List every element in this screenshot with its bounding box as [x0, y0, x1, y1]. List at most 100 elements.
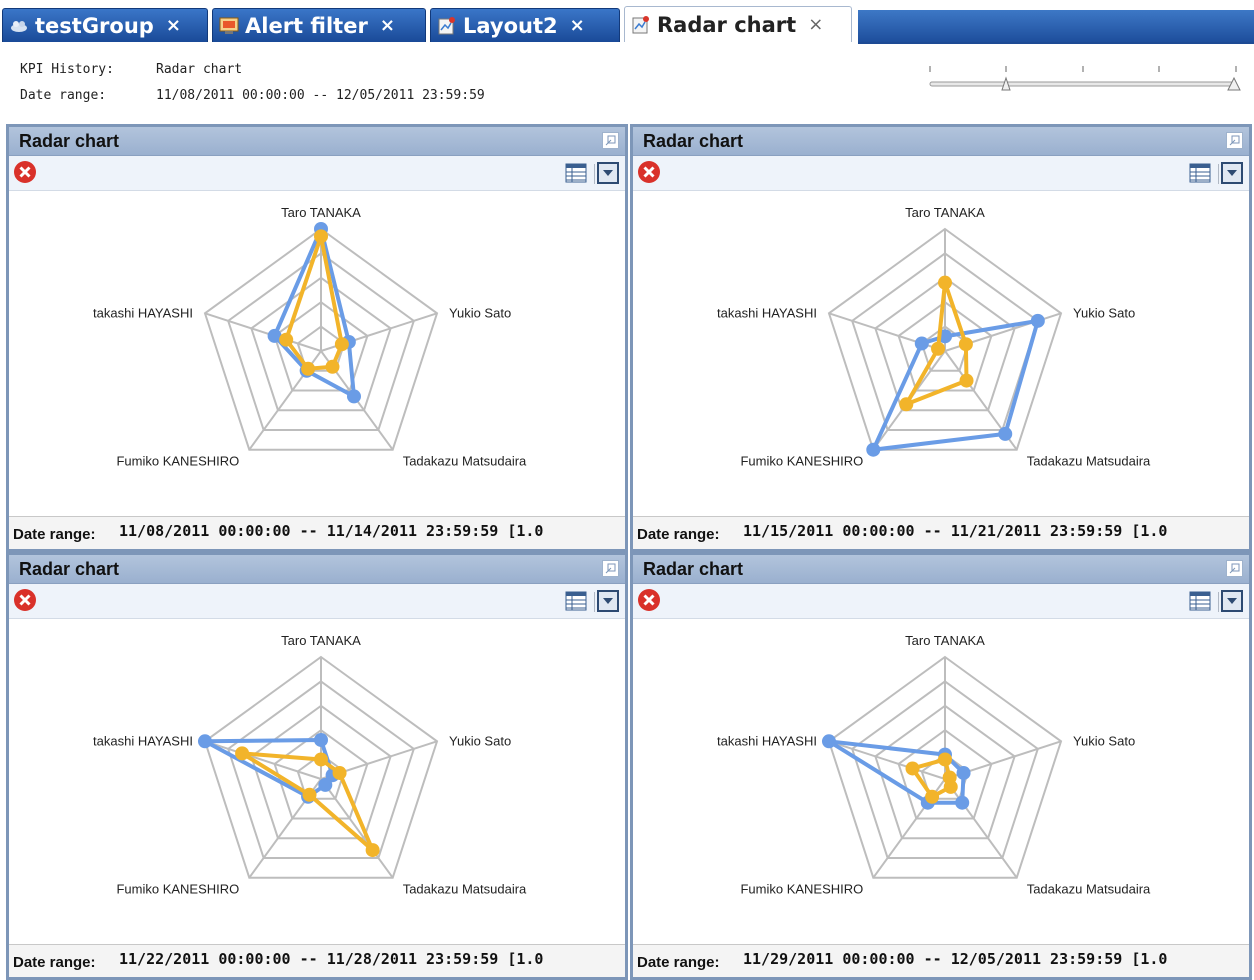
- date-range-label: Date range:: [20, 88, 107, 103]
- panel-title-bar: Radar chart: [633, 555, 1249, 584]
- data-point: [955, 795, 970, 810]
- tab-radar-chart[interactable]: Radar chart ×: [624, 6, 852, 42]
- data-point: [905, 761, 920, 776]
- radar-panel-1: Radar chart Taro TANAKA Yukio Sato Tadakaz…: [6, 124, 628, 552]
- data-point: [325, 359, 340, 374]
- footer-date-value: 11/29/2011 00:00:00 -- 12/05/2011 23:59:…: [743, 950, 1168, 968]
- tab-label: Layout2: [463, 13, 558, 38]
- data-point: [821, 734, 836, 749]
- axis-label: Yukio Sato: [1073, 733, 1135, 748]
- axis-label: Taro TANAKA: [905, 633, 985, 648]
- radar-chart-2: Taro TANAKA Yukio Sato Tadakazu Matsudaira…: [717, 205, 1151, 469]
- data-point: [314, 752, 328, 767]
- tab-testgroup[interactable]: testGroup ×: [2, 8, 208, 42]
- panel-title: Radar chart: [19, 559, 120, 579]
- axis-label: Yukio Sato: [1073, 305, 1135, 320]
- axis-label: Fumiko KANESHIRO: [116, 454, 239, 469]
- axis-label: takashi HAYASHI: [93, 733, 193, 748]
- axis-label: takashi HAYASHI: [717, 305, 817, 320]
- toolbar-separator: [1218, 592, 1219, 612]
- tab-bar-background: [858, 10, 1254, 44]
- radar-chart-1: Taro TANAKA Yukio Sato Tadakazu Matsudaira…: [93, 205, 527, 469]
- table-view-icon[interactable]: [1189, 590, 1211, 612]
- data-point: [943, 779, 958, 794]
- radar-chart-icon: [631, 15, 651, 35]
- kpi-history-label: KPI History:: [20, 62, 114, 77]
- radar-chart-4: Taro TANAKA Yukio Sato Tadakazu Matsudaira…: [717, 633, 1151, 897]
- close-icon[interactable]: [13, 160, 37, 184]
- close-icon[interactable]: [13, 588, 37, 612]
- footer-date-value: 11/08/2011 00:00:00 -- 11/14/2011 23:59:…: [119, 522, 544, 540]
- radar-chart-3: Taro TANAKA Yukio Sato Tadakazu Matsudaira…: [93, 633, 527, 897]
- footer-date-label: Date range:: [13, 526, 96, 543]
- panel-title: Radar chart: [19, 131, 120, 151]
- footer-date-label: Date range:: [637, 954, 720, 971]
- close-icon[interactable]: ×: [570, 15, 585, 36]
- axis-label: Tadakazu Matsudaira: [1027, 882, 1151, 897]
- axis-label: Fumiko KANESHIRO: [116, 882, 239, 897]
- data-point: [314, 229, 328, 244]
- layout-icon: [437, 16, 457, 36]
- dropdown-menu-icon[interactable]: [1221, 162, 1243, 184]
- tab-bar: testGroup × Alert filter × Layout2 × Rad…: [0, 0, 1254, 44]
- axis-label: Tadakazu Matsudaira: [403, 882, 527, 897]
- panel-toolbar: [633, 156, 1249, 191]
- panel-footer: Date range: 11/29/2011 00:00:00 -- 12/05…: [633, 944, 1249, 977]
- dropdown-menu-icon[interactable]: [597, 162, 619, 184]
- close-icon[interactable]: ×: [166, 15, 181, 36]
- axis-label: Taro TANAKA: [281, 633, 361, 648]
- data-point: [279, 332, 294, 347]
- alert-filter-icon: [219, 16, 239, 36]
- tab-label: Radar chart: [657, 12, 797, 37]
- slider-track: [929, 81, 1237, 87]
- radar-panel-3: Radar chart Taro TANAKA Yukio Sato Tadakaz…: [6, 552, 628, 980]
- footer-date-label: Date range:: [637, 526, 720, 543]
- maximize-icon[interactable]: [602, 132, 619, 149]
- data-point: [956, 765, 971, 780]
- maximize-icon[interactable]: [1226, 560, 1243, 577]
- data-point: [959, 373, 974, 388]
- data-point: [998, 426, 1013, 441]
- maximize-icon[interactable]: [1226, 132, 1243, 149]
- data-point: [314, 732, 328, 747]
- close-icon[interactable]: ×: [808, 14, 823, 35]
- axis-label: Tadakazu Matsudaira: [403, 454, 527, 469]
- slider-ticks: [929, 66, 1237, 72]
- panel-footer: Date range: 11/15/2011 00:00:00 -- 11/21…: [633, 516, 1249, 549]
- date-range-slider[interactable]: [926, 62, 1246, 102]
- kpi-history-value: Radar chart: [156, 62, 243, 77]
- panel-title: Radar chart: [643, 559, 744, 579]
- table-view-icon[interactable]: [565, 590, 587, 612]
- panel-title-bar: Radar chart: [9, 555, 625, 584]
- dropdown-menu-icon[interactable]: [597, 590, 619, 612]
- close-icon[interactable]: [637, 160, 661, 184]
- axis-label: takashi HAYASHI: [717, 733, 817, 748]
- toolbar-separator: [594, 164, 595, 184]
- footer-date-value: 11/15/2011 00:00:00 -- 11/21/2011 23:59:…: [743, 522, 1168, 540]
- maximize-icon[interactable]: [602, 560, 619, 577]
- close-icon[interactable]: ×: [380, 15, 395, 36]
- data-point: [1030, 313, 1045, 328]
- footer-date-value: 11/22/2011 00:00:00 -- 11/28/2011 23:59:…: [119, 950, 544, 968]
- date-range-value: 11/08/2011 00:00:00 -- 12/05/2011 23:59:…: [156, 88, 485, 103]
- tab-label: testGroup: [35, 13, 154, 38]
- radar-panel-4: Radar chart Taro TANAKA Yukio Sato Tadakaz…: [630, 552, 1252, 980]
- footer-date-label: Date range:: [13, 954, 96, 971]
- panel-toolbar: [9, 156, 625, 191]
- table-view-icon[interactable]: [565, 162, 587, 184]
- data-point: [938, 752, 952, 767]
- data-point: [931, 341, 946, 356]
- axis-label: Yukio Sato: [449, 733, 511, 748]
- axis-label: Taro TANAKA: [281, 205, 361, 220]
- dropdown-menu-icon[interactable]: [1221, 590, 1243, 612]
- tab-layout2[interactable]: Layout2 ×: [430, 8, 620, 42]
- data-point: [938, 275, 952, 290]
- panel-footer: Date range: 11/08/2011 00:00:00 -- 11/14…: [9, 516, 625, 549]
- data-point: [958, 337, 973, 352]
- panel-title-bar: Radar chart: [633, 127, 1249, 156]
- tab-alert-filter[interactable]: Alert filter ×: [212, 8, 426, 42]
- data-point: [197, 734, 212, 749]
- close-icon[interactable]: [637, 588, 661, 612]
- table-view-icon[interactable]: [1189, 162, 1211, 184]
- data-point: [332, 765, 347, 780]
